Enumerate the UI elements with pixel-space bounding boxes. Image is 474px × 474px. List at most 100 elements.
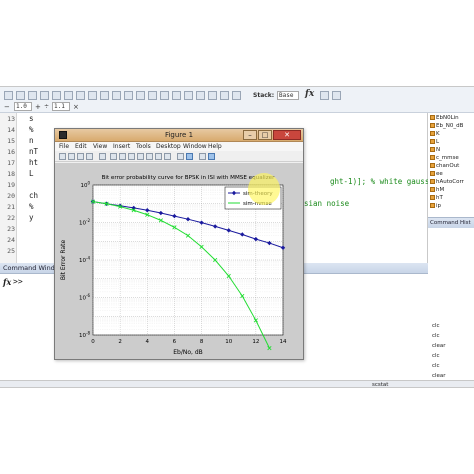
function-browser-icon[interactable]: fx — [305, 89, 314, 99]
step-icon[interactable] — [136, 91, 145, 100]
code-line[interactable]: nT — [20, 147, 38, 156]
x-axis-label: Eb/No, dB — [173, 349, 203, 356]
window-icon[interactable] — [208, 91, 217, 100]
stack-select[interactable]: Base — [277, 91, 299, 100]
cell-divisor-field[interactable]: 1.1 — [52, 102, 70, 111]
show-tools-icon[interactable] — [208, 153, 215, 160]
dock-icon[interactable] — [184, 91, 193, 100]
menu-window[interactable]: Window — [183, 142, 207, 151]
code-line[interactable]: s — [20, 114, 34, 123]
workspace-variable[interactable]: EbN0Lin — [430, 115, 459, 121]
pan-icon[interactable] — [128, 153, 135, 160]
multiply-icon[interactable]: × — [73, 103, 79, 111]
menu-help[interactable]: Help — [208, 142, 222, 151]
history-entry[interactable]: clc — [432, 323, 440, 329]
preferences-icon[interactable] — [220, 91, 229, 100]
history-entry[interactable]: clear — [432, 343, 446, 349]
code-line[interactable]: % — [20, 202, 34, 211]
edit-plot-icon[interactable] — [99, 153, 106, 160]
increase-icon[interactable]: + — [35, 103, 41, 111]
workspace-variable[interactable]: c_mmse — [430, 155, 459, 161]
line-number: 13 — [7, 115, 15, 123]
history-entry[interactable]: clc — [432, 353, 440, 359]
paste-icon[interactable] — [64, 91, 73, 100]
code-line[interactable]: y — [20, 213, 34, 222]
save-icon[interactable] — [77, 153, 84, 160]
history-entry[interactable]: clc — [432, 333, 440, 339]
code-line[interactable]: ht — [20, 158, 38, 167]
decrease-icon[interactable]: − — [4, 103, 10, 111]
line-number: 25 — [7, 247, 15, 255]
new-figure-icon[interactable] — [59, 153, 66, 160]
variable-icon — [430, 155, 435, 160]
figure-title-bar[interactable]: Figure 1 – □ ✕ — [55, 129, 303, 142]
menu-insert[interactable]: Insert — [113, 142, 130, 151]
stack-down-icon[interactable] — [332, 91, 341, 100]
menu-edit[interactable]: Edit — [75, 142, 87, 151]
rotate-icon[interactable] — [137, 153, 144, 160]
save-icon[interactable] — [28, 91, 37, 100]
open-icon[interactable] — [68, 153, 75, 160]
workspace-variable-name: hM — [436, 187, 445, 193]
status-bar: scstat — [0, 380, 474, 387]
menu-view[interactable]: View — [93, 142, 107, 151]
link-icon[interactable] — [164, 153, 171, 160]
new-file-icon[interactable] — [4, 91, 13, 100]
stack-label: Stack: — [253, 92, 275, 99]
workspace-variable[interactable]: hT — [430, 195, 443, 201]
colorbar-icon[interactable] — [177, 153, 184, 160]
workspace-variable[interactable]: hM — [430, 187, 444, 193]
code-line[interactable]: ch — [20, 191, 38, 200]
profiler-icon[interactable] — [148, 91, 157, 100]
history-entry[interactable]: clc — [432, 363, 440, 369]
cell-increment-field[interactable]: 1.0 — [14, 102, 32, 111]
figure-window[interactable]: Figure 1 – □ ✕ File Edit View Insert Too… — [54, 128, 304, 360]
code-fragment: ght-1)]; % white gaussian — [330, 177, 443, 186]
brush-icon[interactable] — [155, 153, 162, 160]
workspace-variable[interactable]: Eb_N0_dB — [430, 123, 463, 129]
zoom-in-icon[interactable] — [110, 153, 117, 160]
minimize-button[interactable]: – — [243, 130, 257, 140]
workspace-variable[interactable]: N — [430, 147, 440, 153]
breakpoint-icon[interactable] — [124, 91, 133, 100]
command-history-panel[interactable]: Command Hist clc clc clear clc clc clear — [428, 217, 474, 387]
chart-title: Bit error probability curve for BPSK in … — [102, 175, 276, 181]
data-cursor-icon[interactable] — [146, 153, 153, 160]
legend-icon[interactable] — [186, 153, 193, 160]
print-icon[interactable] — [86, 153, 93, 160]
code-line[interactable]: n — [20, 136, 34, 145]
code-line[interactable]: L — [20, 169, 34, 178]
zoom-out-icon[interactable] — [119, 153, 126, 160]
workspace-variable[interactable]: K — [430, 131, 440, 137]
undo-icon[interactable] — [76, 91, 85, 100]
workspace-variable[interactable]: ee — [430, 171, 443, 177]
workspace-variable[interactable]: hAutoCorr — [430, 179, 464, 185]
workspace-variable[interactable]: chanOut — [430, 163, 459, 169]
menu-desktop[interactable]: Desktop — [156, 142, 181, 151]
cut-icon[interactable] — [40, 91, 49, 100]
divide-icon[interactable]: ÷ — [44, 103, 49, 110]
copy-icon[interactable] — [52, 91, 61, 100]
redo-icon[interactable] — [88, 91, 97, 100]
refresh-icon[interactable] — [232, 91, 241, 100]
history-entry[interactable]: clear — [432, 373, 446, 379]
workspace-variable[interactable]: L — [430, 139, 439, 145]
workspace-variable[interactable]: ip — [430, 203, 441, 209]
hide-tools-icon[interactable] — [199, 153, 206, 160]
menu-file[interactable]: File — [59, 142, 69, 151]
workspace-panel[interactable]: EbN0Lin Eb_N0_dB K L Nc_mmse chanOut ee hAutoCo… — [428, 113, 474, 217]
code-line[interactable]: % — [20, 125, 34, 134]
open-file-icon[interactable] — [16, 91, 25, 100]
command-prompt[interactable]: >> — [13, 277, 23, 286]
run-icon[interactable] — [100, 91, 109, 100]
menu-tools[interactable]: Tools — [136, 142, 151, 151]
code-fragment: sian noise — [304, 199, 350, 208]
maximize-button[interactable]: □ — [258, 130, 272, 140]
tile-icon[interactable] — [196, 91, 205, 100]
y-tick-label: 10-2 — [79, 218, 90, 227]
layout-icon[interactable] — [172, 91, 181, 100]
stack-up-icon[interactable] — [320, 91, 329, 100]
debug-icon[interactable] — [112, 91, 121, 100]
help-icon[interactable] — [160, 91, 169, 100]
close-button[interactable]: ✕ — [273, 130, 301, 140]
